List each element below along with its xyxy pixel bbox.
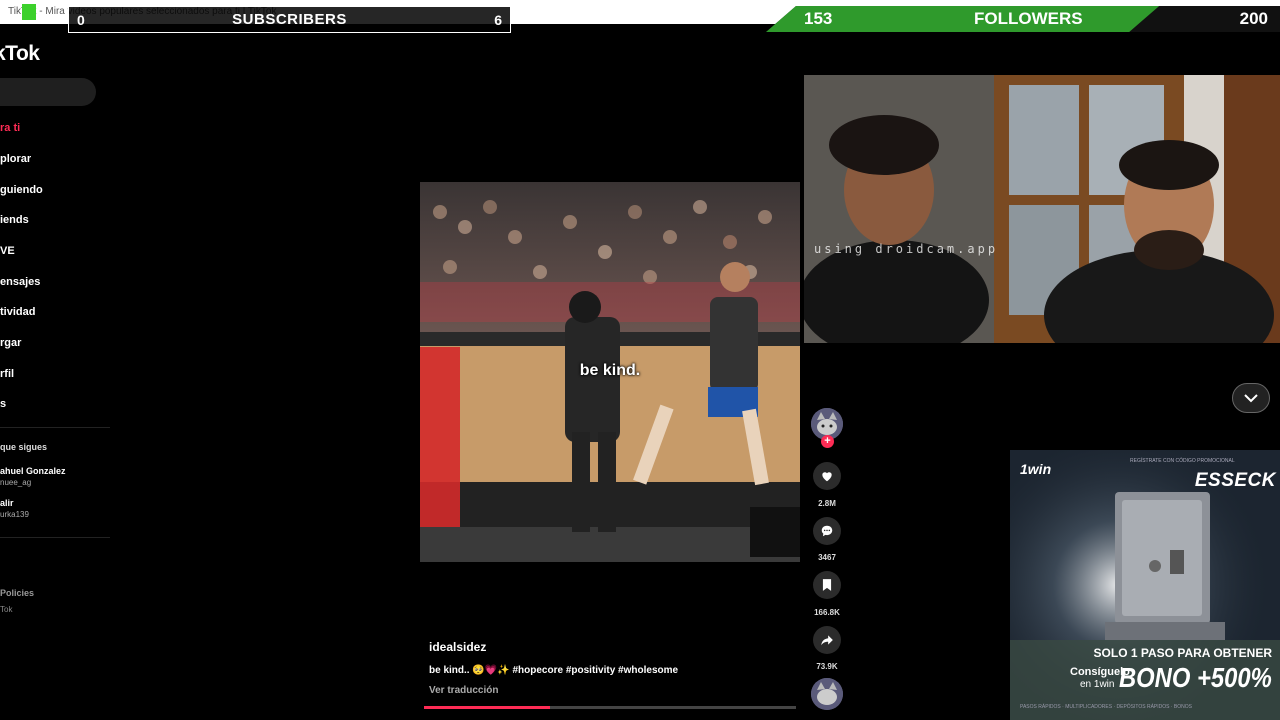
webcam-feed: using droidcam.app [804,75,1280,343]
tiktok-logo[interactable]: kTok [0,42,40,66]
chroma-marker [22,4,36,20]
ad-cta-line1: SOLO 1 PASO PARA OBTENER [1093,646,1272,660]
sidebar-item-friends[interactable]: iends [0,214,29,226]
webcam-watermark: using droidcam.app [814,242,999,256]
ad-tagline: REGÍSTRATE CON CÓDIGO PROMOCIONAL [1130,458,1235,464]
comment-icon [821,525,833,537]
sidebar-item-mensajes[interactable]: ensajes [0,276,40,288]
video-progress-bar[interactable] [424,706,796,709]
next-video-button[interactable] [1232,383,1270,413]
sidebar-item-explorar[interactable]: plorar [0,153,31,165]
video-progress-fill [424,706,551,709]
sidebar-item-para-ti[interactable]: ra ti [0,122,20,134]
screen: TikTok - Mira videos populares seleccion… [0,0,1280,720]
ad-brand: ESSECK [1194,470,1276,491]
followers-goal-bar: 153 FOLLOWERS 200 [766,6,1280,32]
music-disc-icon [811,678,843,710]
footer-policies-link[interactable]: Policies [0,588,34,598]
footer-copyright: Tok [0,605,13,614]
following-account-handle: nuee_ag [0,478,32,487]
following-account-handle: urka139 [0,510,29,519]
save-count: 166.8K [814,608,840,617]
sidebar-item-live[interactable]: VE [0,245,15,257]
share-icon [821,635,833,646]
sidebar-item-perfil[interactable]: rfil [0,368,14,380]
sidebar-item-cargar[interactable]: rgar [0,337,21,349]
translate-link[interactable]: Ver traducción [429,685,498,696]
subscribers-label: SUBSCRIBERS [232,11,347,28]
ad-cta-line2: BONO +500% [1119,662,1272,693]
comment-count: 3467 [818,553,836,562]
sponsor-ad[interactable]: 1win REGÍSTRATE CON CÓDIGO PROMOCIONAL E… [1010,450,1280,720]
like-button[interactable] [813,462,841,490]
following-account-name[interactable]: ahuel Gonzalez [0,466,66,476]
ad-get-line1: Consíguelo [1070,666,1130,678]
subscribers-goal: 6 [494,12,502,28]
following-account-name[interactable]: alir [0,498,14,508]
followers-goal: 200 [1239,9,1268,28]
ad-steps: PASOS RÁPIDOS · MULTIPLICADORES · DEPÓSI… [1020,704,1192,710]
chevron-down-icon [1244,394,1258,403]
followers-label: FOLLOWERS [974,9,1083,28]
webcam-frame [804,75,1280,343]
sidebar-item-siguiendo[interactable]: guiendo [0,184,43,196]
video-author[interactable]: idealsidez [429,640,486,654]
video-description: be kind.. 🥺💗✨ #hopecore #positivity #who… [429,665,679,676]
sidebar-item-mas[interactable]: s [0,398,6,410]
share-count: 73.9K [816,662,838,671]
comment-button[interactable] [813,517,841,545]
bookmark-icon [822,579,832,591]
search-input[interactable] [0,78,96,106]
save-button[interactable] [813,571,841,599]
subscribers-goal-bar: 0 SUBSCRIBERS 6 [68,6,511,33]
video-player[interactable]: be kind. [420,182,800,562]
ad-get-line2: en 1win [1080,679,1115,690]
video-overlay-text: be kind. [579,362,641,379]
ad-logo: 1win [1020,461,1052,477]
sidebar-divider [0,537,110,538]
follow-plus-icon[interactable]: + [821,435,834,448]
followers-current: 153 [804,9,833,28]
share-button[interactable] [813,626,841,654]
heart-icon [822,472,832,482]
sidebar-item-actividad[interactable]: tividad [0,306,35,318]
following-section-title: que sigues [0,442,48,452]
sound-avatar[interactable] [811,678,843,710]
sidebar-divider [0,427,110,428]
like-count: 2.8M [818,499,836,508]
